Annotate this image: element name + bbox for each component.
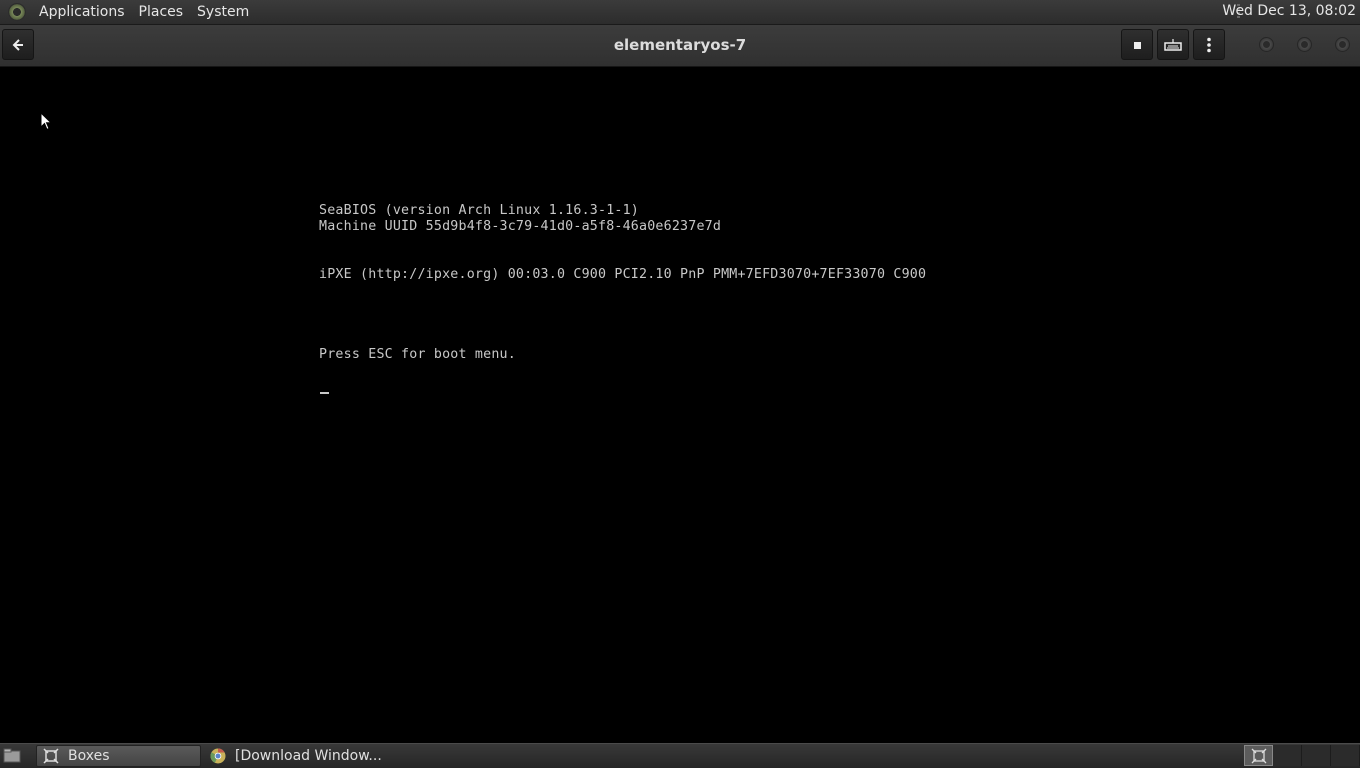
workspace-3[interactable] (1302, 745, 1331, 766)
stop-button[interactable] (1121, 29, 1153, 60)
ipxe-line: iPXE (http://ipxe.org) 00:03.0 C900 PCI2… (319, 267, 927, 282)
workspace-switcher (1244, 745, 1360, 766)
applications-menu[interactable]: Applications (32, 4, 132, 20)
keyboard-icon (1164, 38, 1182, 51)
taskbar-item-label: [Download Window... (235, 748, 382, 764)
desktop-icon (3, 748, 21, 763)
header-bar: elementaryos-7 (0, 25, 1360, 67)
places-menu[interactable]: Places (132, 4, 191, 20)
chrome-icon (210, 748, 226, 764)
taskbar-item-download-window[interactable]: [Download Window... (204, 745, 394, 767)
minimize-button[interactable] (1259, 37, 1274, 52)
vm-display[interactable]: SeaBIOS (version Arch Linux 1.16.3-1-1) … (0, 67, 1360, 743)
window-title: elementaryos-7 (613, 36, 747, 54)
show-desktop-button[interactable] (0, 744, 24, 768)
stop-icon (1134, 41, 1141, 49)
bottom-panel: Boxes [Download Window... (0, 743, 1360, 768)
send-keys-button[interactable] (1157, 29, 1189, 60)
close-button[interactable] (1335, 37, 1350, 52)
boxes-icon (1251, 748, 1266, 763)
back-arrow-icon (12, 38, 23, 51)
workspace-2[interactable] (1273, 745, 1302, 766)
boxes-icon (43, 748, 59, 764)
bios-version-line: SeaBIOS (version Arch Linux 1.16.3-1-1) (319, 203, 640, 218)
menu-button[interactable] (1193, 29, 1225, 60)
workspace-1[interactable] (1244, 745, 1273, 766)
maximize-button[interactable] (1297, 37, 1312, 52)
taskbar-item-boxes[interactable]: Boxes (36, 745, 201, 767)
workspace-4[interactable] (1331, 745, 1360, 766)
clock[interactable]: Wed Dec 13, 08:02 (1222, 3, 1356, 19)
text-cursor (320, 392, 329, 394)
taskbar-item-label: Boxes (68, 748, 110, 764)
top-panel: Applications Places System Wed Dec 13, 0… (0, 0, 1360, 25)
vertical-dots-icon (1207, 37, 1211, 52)
back-button[interactable] (2, 29, 34, 60)
system-menu[interactable]: System (190, 4, 256, 20)
boot-menu-prompt: Press ESC for boot menu. (319, 347, 516, 362)
mate-logo-icon[interactable] (8, 3, 26, 21)
mouse-pointer-icon (40, 112, 52, 131)
machine-uuid-line: Machine UUID 55d9b4f8-3c79-41d0-a5f8-46a… (319, 219, 722, 234)
